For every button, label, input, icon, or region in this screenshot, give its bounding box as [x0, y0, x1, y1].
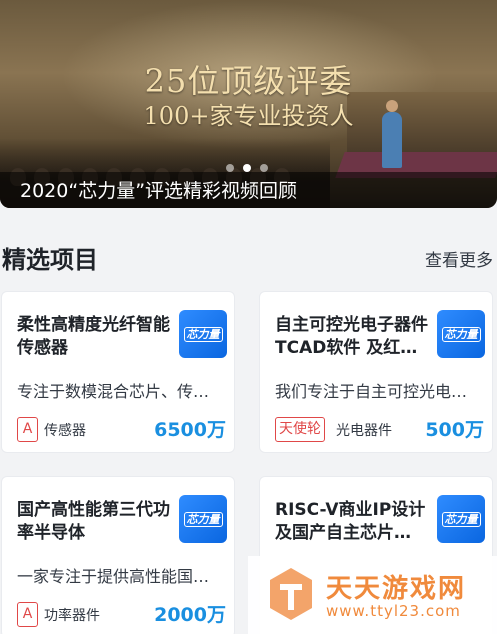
watermark-logo-icon	[270, 568, 312, 620]
project-logo-text: 芯力量	[183, 326, 223, 342]
section-title: 精选项目	[2, 246, 98, 274]
project-logo-icon: 芯力量	[179, 310, 227, 358]
project-description: 专注于数模混合芯片、传…	[17, 382, 210, 401]
carousel-dot-active[interactable]	[243, 164, 251, 172]
funding-round-badge: A	[17, 417, 38, 442]
watermark: 天天游戏网 www.ttyl23.com	[248, 556, 497, 634]
project-description: 我们专注于自主可控光电…	[275, 382, 468, 401]
view-more-link[interactable]: 查看更多	[425, 246, 493, 271]
project-name: 柔性高精度光纤智能传感器	[17, 315, 170, 358]
project-description: 一家专注于提供高性能国…	[17, 567, 210, 586]
project-category: 光电器件	[336, 423, 392, 439]
project-card[interactable]: 柔性高精度光纤智能传感器 芯力量 专注于数模混合芯片、传… A 传感器 6500…	[1, 291, 235, 453]
project-logo-icon: 芯力量	[437, 495, 485, 543]
banner-subline: 100+家专业投资人	[143, 102, 354, 130]
project-logo-icon: 芯力量	[437, 310, 485, 358]
watermark-url: www.ttyl23.com	[326, 602, 461, 620]
project-category: 传感器	[44, 423, 86, 439]
carousel-dot[interactable]	[260, 164, 268, 172]
watermark-title: 天天游戏网	[326, 574, 467, 604]
project-logo-text: 芯力量	[183, 511, 223, 527]
project-name: 自主可控光电子器件TCAD软件 及红…	[275, 315, 428, 358]
banner-caption[interactable]: 2020“芯力量”评选精彩视频回顾	[20, 176, 297, 203]
funding-round-badge: A	[17, 602, 38, 627]
project-logo-text: 芯力量	[441, 326, 481, 342]
carousel-dot[interactable]	[226, 164, 234, 172]
project-card[interactable]: 国产高性能第三代功率半导体 芯力量 一家专注于提供高性能国… A 功率器件 20…	[1, 476, 235, 634]
project-logo-text: 芯力量	[441, 511, 481, 527]
project-card[interactable]: 自主可控光电子器件TCAD软件 及红… 芯力量 我们专注于自主可控光电… 天使轮…	[259, 291, 493, 453]
project-name: RISC-V商业IP设计及国产自主芯片…	[275, 500, 426, 543]
funding-amount: 500万	[425, 419, 484, 441]
project-category: 功率器件	[44, 608, 100, 624]
project-name: 国产高性能第三代功率半导体	[17, 500, 170, 543]
funding-round-badge: 天使轮	[275, 417, 325, 442]
banner-carousel[interactable]: 25位顶级评委 100+家专业投资人 2020“芯力量”评选精彩视频回顾	[0, 0, 497, 208]
section-header: 精选项目 查看更多	[0, 236, 497, 276]
carousel-indicator	[226, 164, 268, 172]
funding-amount: 6500万	[154, 419, 226, 441]
funding-amount: 2000万	[154, 604, 226, 626]
project-logo-icon: 芯力量	[179, 495, 227, 543]
